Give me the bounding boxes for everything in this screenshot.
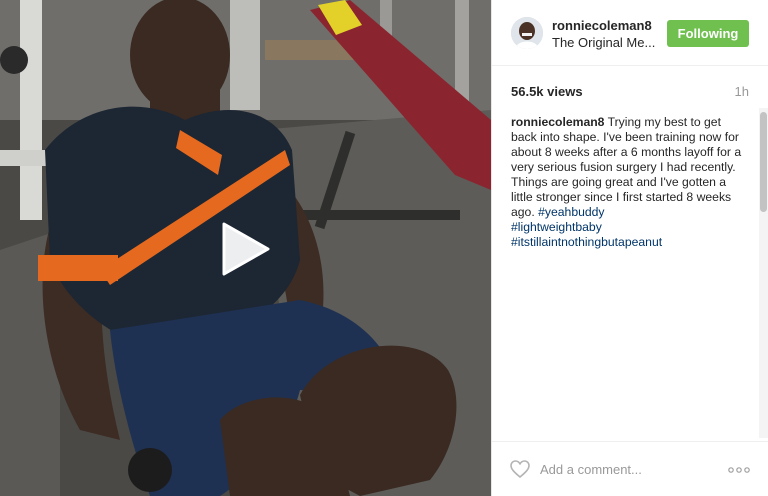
- view-count: 56.5k views: [511, 84, 583, 99]
- post-timestamp[interactable]: 1h: [735, 84, 749, 99]
- post-side-panel: ronniecoleman8 The Original Me... Follow…: [491, 0, 768, 496]
- caption-username[interactable]: ronniecoleman8: [511, 115, 604, 129]
- play-icon[interactable]: [220, 221, 272, 277]
- profile-username[interactable]: ronniecoleman8: [552, 18, 652, 33]
- hashtag-link[interactable]: #lightweightbaby: [511, 220, 602, 234]
- more-options-icon[interactable]: [728, 467, 750, 473]
- post-footer: [492, 441, 768, 496]
- post-caption: ronniecoleman8 Trying my best to get bac…: [511, 115, 743, 250]
- comment-input[interactable]: [540, 458, 720, 480]
- hashtag-link[interactable]: #itstillaintnothingbutapeanut: [511, 235, 662, 249]
- video-player[interactable]: [0, 0, 491, 496]
- following-button[interactable]: Following: [667, 20, 749, 47]
- location-link[interactable]: The Original Me...: [552, 35, 655, 50]
- hashtag-link[interactable]: #yeahbuddy: [538, 205, 604, 219]
- comments-scrollbar-thumb[interactable]: [760, 112, 767, 212]
- avatar[interactable]: [511, 17, 543, 49]
- post-header: ronniecoleman8 The Original Me... Follow…: [492, 0, 768, 66]
- avatar-image: [511, 17, 543, 49]
- caption-text: Trying my best to get back into shape. I…: [511, 115, 742, 219]
- heart-icon[interactable]: [510, 460, 530, 478]
